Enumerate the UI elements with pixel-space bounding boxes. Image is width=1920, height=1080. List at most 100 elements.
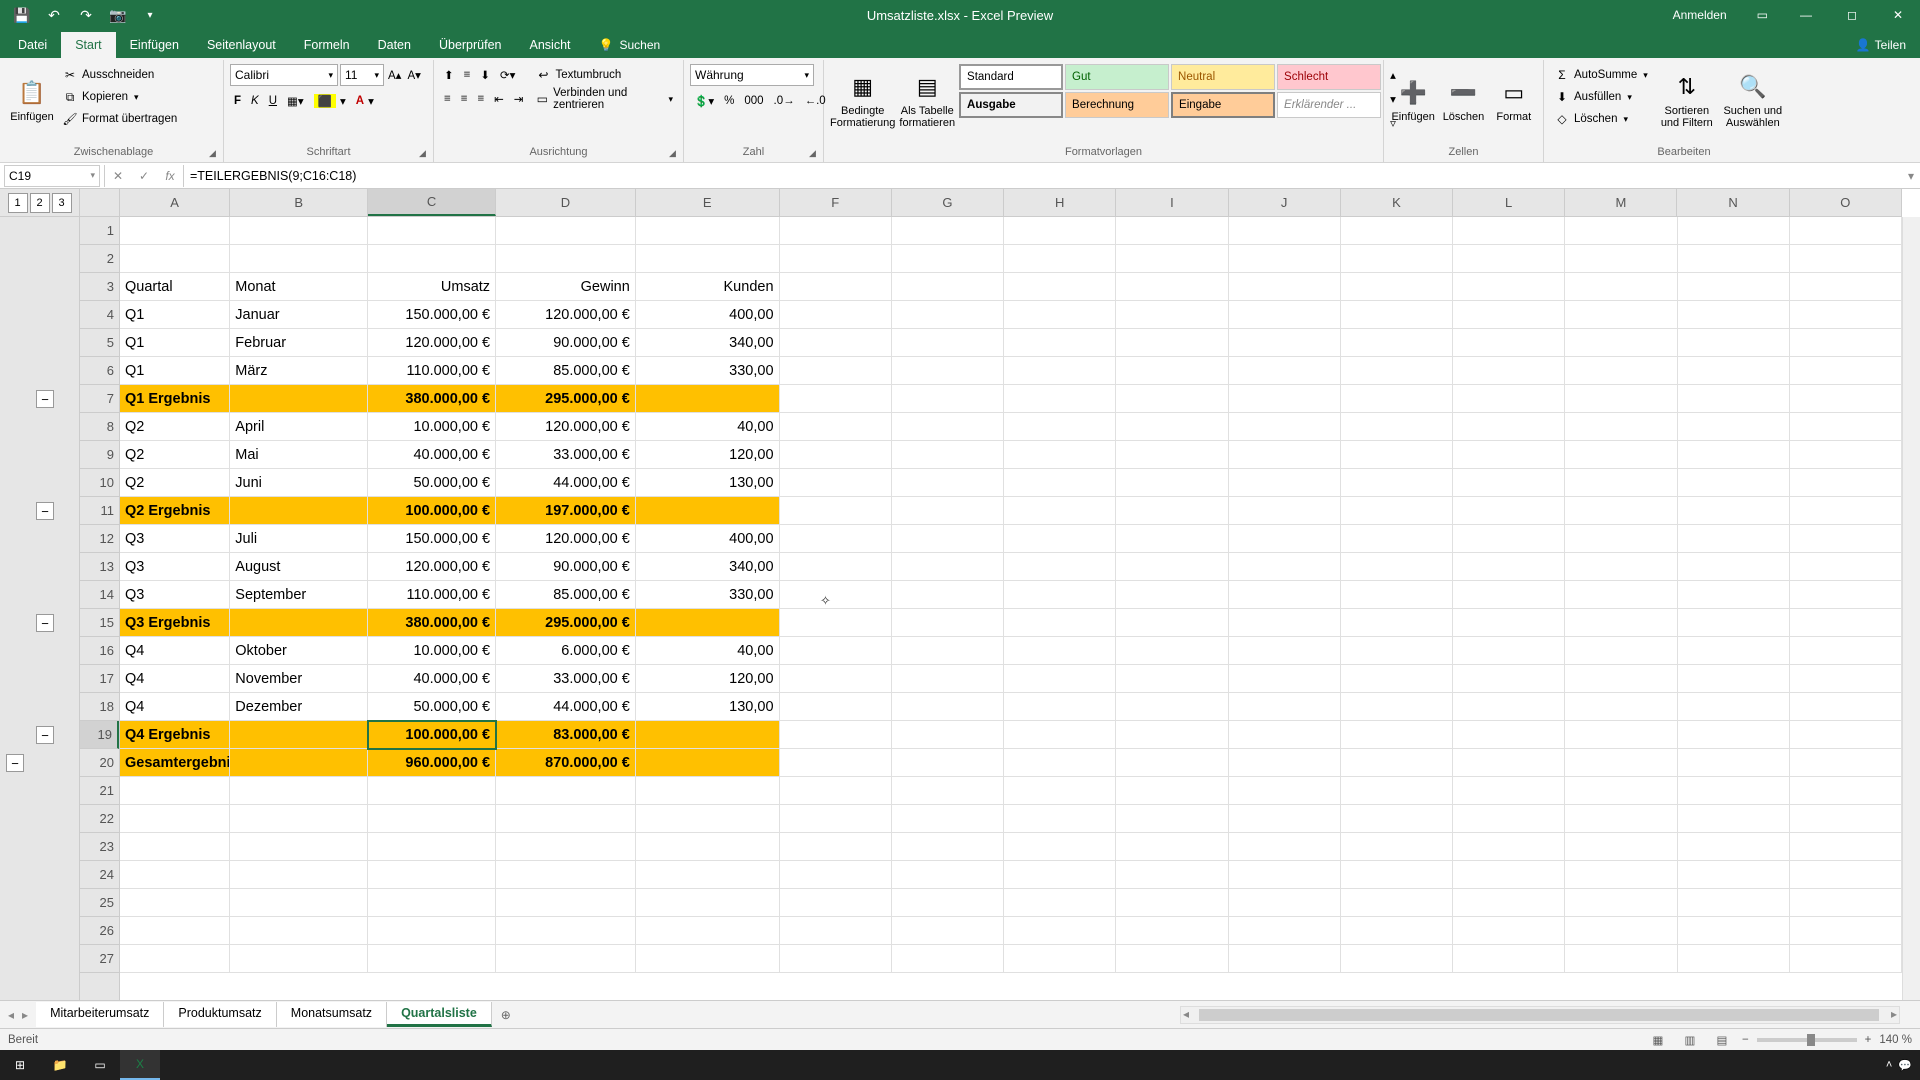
cell[interactable]: 130,00 (636, 469, 780, 497)
row-header[interactable]: 16 (80, 637, 119, 665)
zoom-slider[interactable] (1757, 1038, 1857, 1042)
cell[interactable]: Juli (230, 525, 368, 553)
cell[interactable] (1116, 889, 1228, 917)
save-icon[interactable]: 💾 (8, 3, 36, 27)
cell[interactable] (1790, 497, 1902, 525)
cell[interactable] (892, 273, 1004, 301)
paste-button[interactable]: 📋 Einfügen (10, 64, 54, 136)
cell[interactable] (1565, 917, 1677, 945)
cell[interactable] (636, 749, 780, 777)
cell[interactable] (892, 805, 1004, 833)
cell[interactable]: 85.000,00 € (496, 357, 636, 385)
cell[interactable] (1565, 833, 1677, 861)
cell[interactable] (780, 609, 892, 637)
view-page-break-icon[interactable]: ▤ (1710, 1031, 1734, 1049)
cell[interactable]: Q3 (120, 525, 230, 553)
cell[interactable]: September (230, 581, 368, 609)
cell[interactable] (1453, 245, 1565, 273)
cell[interactable] (780, 637, 892, 665)
cell[interactable] (1565, 889, 1677, 917)
cell[interactable] (1678, 525, 1790, 553)
cell[interactable] (1004, 945, 1116, 973)
cell[interactable] (1229, 721, 1341, 749)
cell[interactable] (1790, 721, 1902, 749)
cell[interactable] (1565, 245, 1677, 273)
cell[interactable] (1004, 917, 1116, 945)
cell[interactable] (1341, 861, 1453, 889)
row-header[interactable]: 7 (80, 385, 119, 413)
start-button[interactable]: ⊞ (0, 1050, 40, 1080)
cell[interactable] (1229, 525, 1341, 553)
cell[interactable] (892, 665, 1004, 693)
cell[interactable] (1565, 609, 1677, 637)
clipboard-launcher-icon[interactable]: ◢ (209, 148, 221, 160)
cell[interactable] (1004, 441, 1116, 469)
cell[interactable] (1678, 273, 1790, 301)
cell[interactable] (1678, 693, 1790, 721)
outline-toggle[interactable]: − (6, 754, 24, 772)
cell[interactable]: 380.000,00 € (368, 385, 496, 413)
cell[interactable] (1453, 889, 1565, 917)
cell[interactable]: Dezember (230, 693, 368, 721)
cell[interactable] (1678, 441, 1790, 469)
cell[interactable] (1116, 301, 1228, 329)
row-header[interactable]: 3 (80, 273, 119, 301)
cell[interactable] (1229, 497, 1341, 525)
cellstyle-berechnung[interactable]: Berechnung (1065, 92, 1169, 118)
cell[interactable] (1004, 273, 1116, 301)
indent-increase-icon[interactable]: ⇥ (510, 88, 528, 110)
cell[interactable]: 40.000,00 € (368, 665, 496, 693)
cell[interactable] (1341, 665, 1453, 693)
cell[interactable] (636, 497, 780, 525)
cell[interactable] (1229, 693, 1341, 721)
tray-up-icon[interactable]: ˄ (1886, 1059, 1892, 1071)
column-header[interactable]: A (120, 189, 230, 216)
column-header[interactable]: N (1677, 189, 1789, 216)
cell[interactable] (1004, 749, 1116, 777)
cell[interactable]: Monat (230, 273, 368, 301)
cell[interactable]: Umsatz (368, 273, 496, 301)
cell[interactable] (496, 805, 636, 833)
cell[interactable] (636, 217, 780, 245)
cell[interactable] (1790, 217, 1902, 245)
cell[interactable]: Oktober (230, 637, 368, 665)
cell[interactable] (1116, 245, 1228, 273)
cell[interactable] (1004, 217, 1116, 245)
cell[interactable] (368, 805, 496, 833)
clear-button[interactable]: ◇Löschen▾ (1550, 108, 1652, 130)
cell[interactable] (368, 217, 496, 245)
cell[interactable] (1453, 693, 1565, 721)
cell[interactable] (120, 805, 230, 833)
cell[interactable] (1790, 777, 1902, 805)
align-right-icon[interactable]: ≡ (473, 88, 488, 110)
cell[interactable] (1453, 441, 1565, 469)
cell[interactable]: Q3 (120, 581, 230, 609)
file-explorer-icon[interactable]: 📁 (40, 1050, 80, 1080)
cell[interactable] (496, 217, 636, 245)
signin-button[interactable]: Anmelden (1659, 0, 1741, 30)
row-header[interactable]: 19 (80, 721, 119, 749)
cell[interactable] (892, 721, 1004, 749)
cell[interactable] (1790, 441, 1902, 469)
cell[interactable] (1229, 609, 1341, 637)
cell[interactable] (1341, 945, 1453, 973)
cell[interactable] (780, 245, 892, 273)
cell[interactable] (1790, 833, 1902, 861)
cell[interactable]: Q1 Ergebnis (120, 385, 230, 413)
cell[interactable] (1453, 469, 1565, 497)
cell[interactable] (1341, 553, 1453, 581)
cell[interactable] (780, 945, 892, 973)
format-as-table-button[interactable]: ▤ Als Tabelle formatieren (899, 64, 955, 136)
cell[interactable] (1004, 805, 1116, 833)
cell[interactable] (1453, 721, 1565, 749)
cell[interactable] (496, 861, 636, 889)
cell[interactable]: Q2 (120, 413, 230, 441)
comma-icon[interactable]: 000 (740, 90, 767, 112)
cell[interactable] (230, 945, 368, 973)
select-all-corner[interactable] (80, 189, 120, 217)
cell[interactable] (1453, 357, 1565, 385)
cell[interactable] (1790, 945, 1902, 973)
cell[interactable] (1453, 665, 1565, 693)
cell[interactable] (1004, 469, 1116, 497)
cell[interactable]: 90.000,00 € (496, 553, 636, 581)
